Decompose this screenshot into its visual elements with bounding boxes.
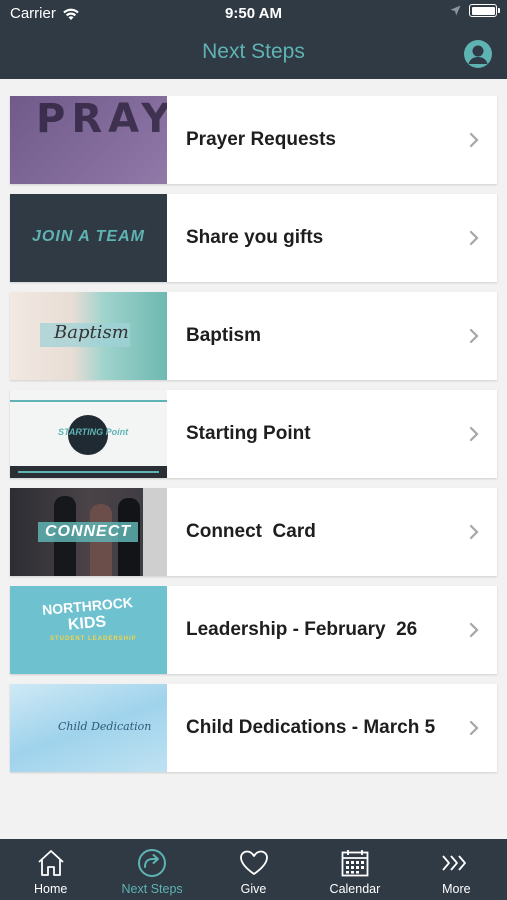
calendar-icon (341, 850, 369, 877)
chevron-right-icon (469, 132, 479, 148)
thumbnail-text: Child Dedication (58, 720, 152, 733)
list-item-label: Starting Point (186, 423, 311, 444)
prayer-thumbnail: PRAYER (10, 96, 167, 184)
thumbnail-text: CONNECT (44, 523, 132, 540)
tab-more[interactable]: More (406, 839, 507, 900)
thumbnail-text: STUDENT LEADERSHIP (50, 636, 137, 642)
thumbnail-text: PRAYER (36, 96, 167, 142)
more-chevrons-icon (442, 855, 467, 871)
list-item-share-gifts[interactable]: JOIN A TEAM Share you gifts (10, 194, 497, 282)
chevron-right-icon (469, 230, 479, 246)
tab-home[interactable]: Home (0, 839, 101, 900)
page-title: Next Steps (202, 40, 305, 63)
list-item-label: Leadership - February 26 (186, 619, 418, 640)
tab-bar: Home Next Steps Give Calendar More (0, 839, 507, 900)
tab-give[interactable]: Give (203, 839, 304, 900)
tab-next-steps[interactable]: Next Steps (101, 839, 202, 900)
list-item-child-dedications[interactable]: Child Dedication Child Dedications - Mar… (10, 684, 497, 772)
chevron-right-icon (469, 524, 479, 540)
list-item-label: Child Dedications - March 5 (186, 717, 436, 738)
starting-point-thumbnail: STARTING Point (10, 390, 167, 478)
list-item-label: Connect Card (186, 521, 316, 542)
connect-thumbnail: CONNECT (10, 488, 167, 576)
next-steps-icon (138, 849, 167, 877)
tab-label: Calendar (329, 882, 381, 896)
profile-avatar-button[interactable] (464, 40, 492, 68)
child-dedication-thumbnail: Child Dedication (10, 684, 167, 772)
heart-icon (239, 850, 268, 875)
list-item-label: Baptism (186, 325, 261, 346)
status-bar: Carrier 9:50 AM (0, 0, 507, 28)
user-icon (468, 45, 488, 64)
app-screen: Carrier 9:50 AM Next Steps PRAY Prayer R… (0, 0, 507, 900)
thumbnail-text: STARTING Point (58, 427, 129, 437)
tab-label: Next Steps (121, 882, 183, 896)
list-item-connect-card[interactable]: CONNECT Connect Card (10, 488, 497, 576)
top-bar: Carrier 9:50 AM Next Steps (0, 0, 507, 79)
baptism-thumbnail: Baptism (10, 292, 167, 380)
join-a-team-thumbnail: JOIN A TEAM (10, 194, 167, 282)
list-item-label: Share you gifts (186, 227, 324, 248)
list-item-starting-point[interactable]: STARTING Point Starting Point (10, 390, 497, 478)
list-item-label: Prayer Requests (186, 129, 336, 150)
location-arrow-icon (450, 5, 461, 16)
tab-label: More (442, 882, 471, 896)
chevron-right-icon (469, 328, 479, 344)
northrock-kids-thumbnail: NORTHROCK KIDS STUDENT LEADERSHIP (10, 586, 167, 674)
home-icon (38, 850, 64, 876)
list-item-prayer-requests[interactable]: PRAYER Prayer Requests (10, 96, 497, 184)
thumbnail-text: KIDS (67, 613, 107, 634)
chevron-right-icon (469, 622, 479, 638)
tab-calendar[interactable]: Calendar (304, 839, 405, 900)
list-item-leadership[interactable]: NORTHROCK KIDS STUDENT LEADERSHIP Leader… (10, 586, 497, 674)
thumbnail-text: Baptism (54, 322, 129, 343)
status-right (450, 4, 500, 17)
chevron-right-icon (469, 720, 479, 736)
tab-label: Give (240, 882, 267, 896)
list-item-baptism[interactable]: Baptism Baptism (10, 292, 497, 380)
next-steps-list: PRAYER Prayer Requests JOIN A TEAM Share… (10, 96, 497, 782)
battery-icon (469, 4, 500, 17)
clock: 9:50 AM (225, 5, 282, 22)
thumbnail-text: JOIN A TEAM (32, 228, 145, 245)
chevron-right-icon (469, 426, 479, 442)
tab-label: Home (34, 882, 68, 896)
